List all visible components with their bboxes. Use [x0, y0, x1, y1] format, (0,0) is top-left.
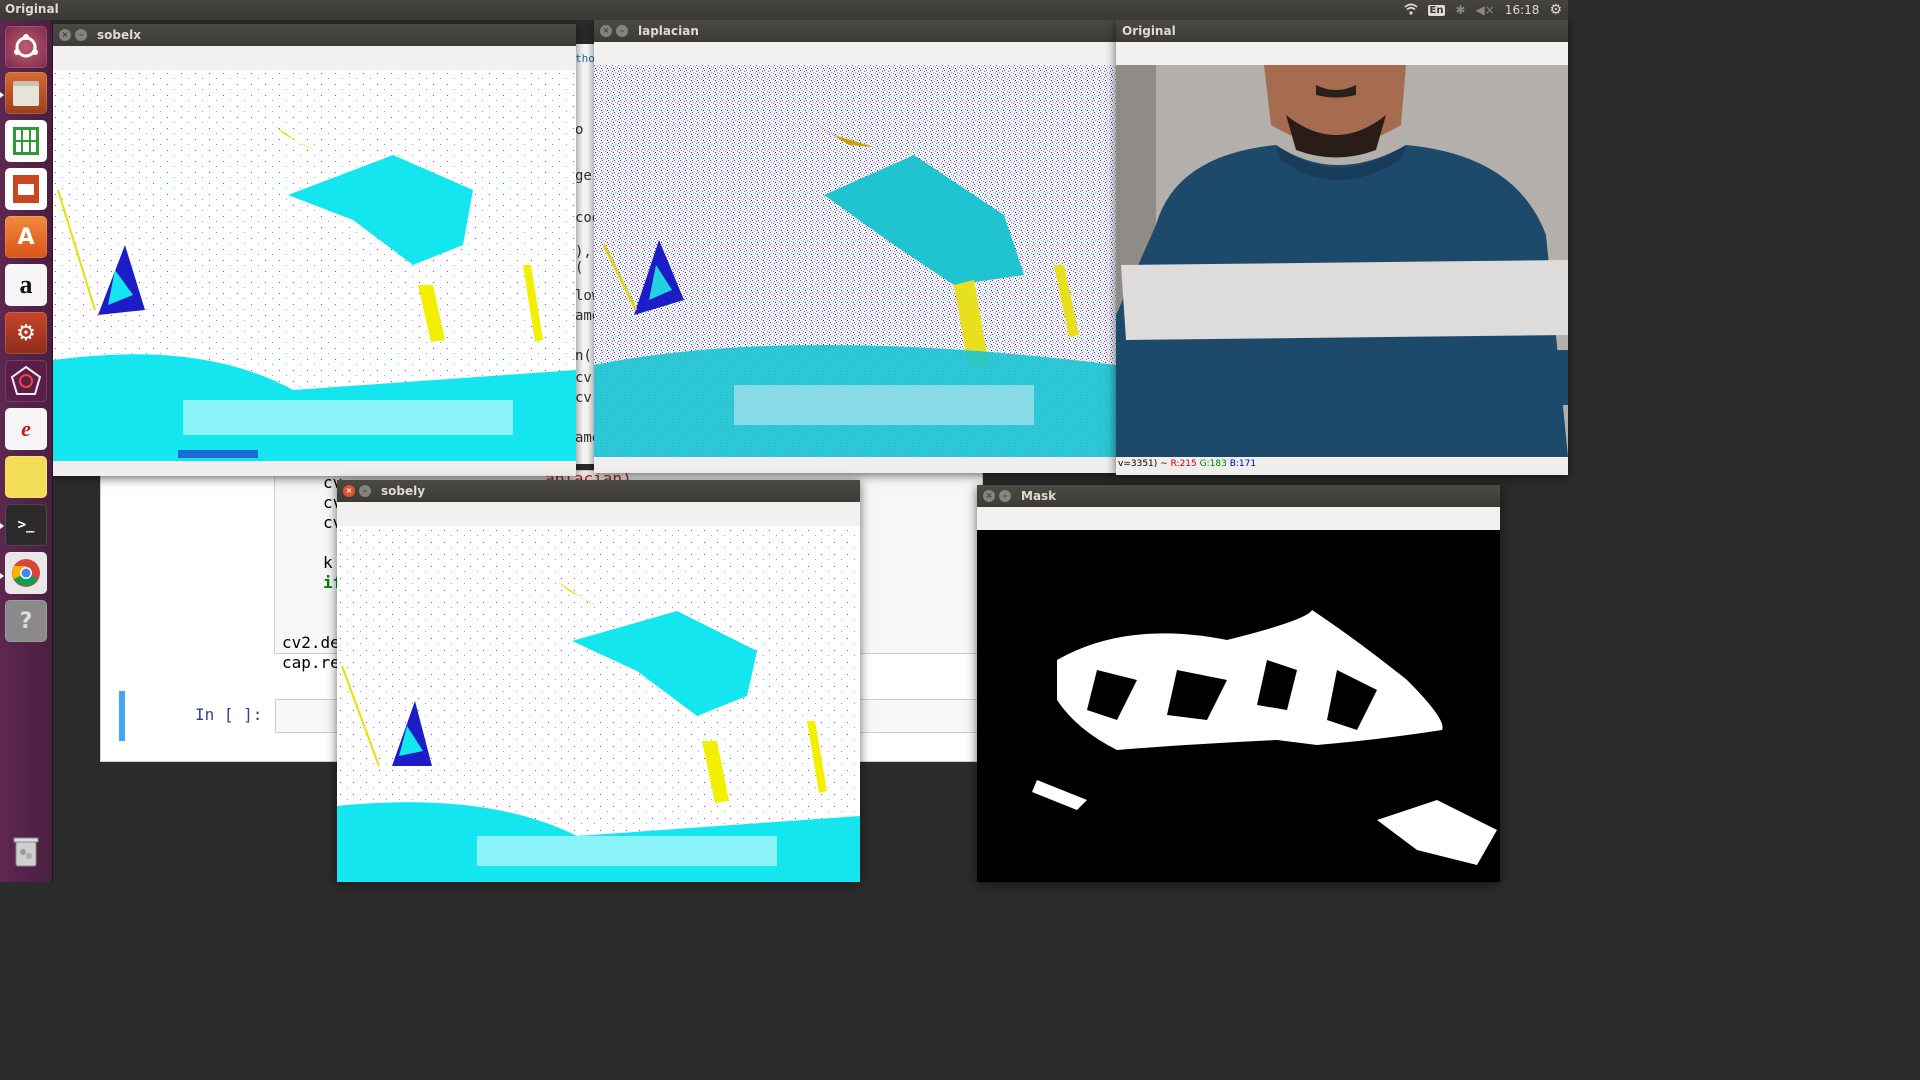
window-toolbar: [53, 46, 576, 71]
minimize-icon[interactable]: –: [616, 25, 628, 37]
settings-icon[interactable]: ⚙: [5, 312, 47, 354]
top-panel: Original En ✱ ◀× 16:18 ⚙: [0, 0, 1568, 20]
window-toolbar: [337, 502, 860, 527]
editor-fragment: tho: [575, 52, 595, 65]
window-title: sobelx: [97, 28, 141, 42]
active-window-title: Original: [5, 2, 59, 16]
editor-fragment: o: [575, 122, 584, 138]
close-icon[interactable]: ×: [600, 25, 612, 37]
minimize-icon[interactable]: –: [999, 490, 1011, 502]
editor-fragment: ge: [575, 168, 592, 184]
network-icon[interactable]: [5, 360, 47, 402]
keyboard-layout-indicator[interactable]: En: [1427, 4, 1446, 16]
close-icon[interactable]: ×: [343, 485, 355, 497]
status-red: R:215: [1170, 459, 1197, 469]
editor-fragment: cv: [575, 390, 592, 406]
laplacian-window[interactable]: × – laplacian: [594, 20, 1116, 473]
software-center-icon[interactable]: A: [5, 216, 47, 258]
window-toolbar: [594, 42, 1116, 67]
window-title: sobely: [381, 484, 426, 498]
mask-titlebar[interactable]: × – Mask: [977, 485, 1500, 507]
document-viewer-icon[interactable]: e: [5, 408, 47, 450]
minimize-icon[interactable]: –: [359, 485, 371, 497]
sobely-window[interactable]: × – sobely: [337, 480, 860, 882]
code-line: cap.re: [282, 653, 340, 672]
clock[interactable]: 16:18: [1505, 3, 1540, 17]
window-title: Mask: [1021, 489, 1057, 503]
window-toolbar: [977, 507, 1500, 532]
terminal-icon[interactable]: >_: [5, 504, 47, 546]
sobely-titlebar[interactable]: × – sobely: [337, 480, 860, 502]
status-blue: B:171: [1229, 459, 1257, 469]
code-line: cv2.de: [282, 633, 340, 652]
close-icon[interactable]: ×: [983, 490, 995, 502]
window-toolbar: [1116, 42, 1568, 67]
editor-fragment: cv: [575, 370, 592, 386]
laplacian-titlebar[interactable]: × – laplacian: [594, 20, 1116, 42]
gear-icon[interactable]: ⚙: [1549, 2, 1562, 18]
original-titlebar[interactable]: Original: [1116, 20, 1568, 42]
bluetooth-icon[interactable]: ✱: [1455, 3, 1465, 17]
status-green: G:183: [1199, 459, 1227, 469]
sobelx-window[interactable]: × – sobelx: [53, 24, 576, 476]
window-title: Original: [1122, 24, 1176, 38]
launcher: A a ⚙ e >_ ?: [0, 20, 53, 882]
dash-icon[interactable]: [5, 26, 47, 68]
close-icon[interactable]: ×: [59, 29, 71, 41]
impress-icon[interactable]: [5, 168, 47, 210]
running-indicator: [0, 573, 4, 579]
sobelx-image: [53, 70, 576, 461]
help-icon[interactable]: ?: [5, 600, 47, 642]
input-prompt: In [ ]:: [195, 705, 263, 724]
system-tray: En ✱ ◀× 16:18 ⚙: [1404, 2, 1562, 18]
original-window[interactable]: Original v=3351) ~ R:215 G:183 B:171: [1116, 20, 1568, 475]
notes-icon[interactable]: [5, 456, 47, 498]
wifi-icon[interactable]: [1404, 3, 1418, 18]
code-line: k: [323, 553, 333, 572]
running-indicator: [0, 92, 4, 98]
status-position: v=3351) ~: [1118, 459, 1168, 469]
webcam-image: [1116, 65, 1568, 457]
trash-icon[interactable]: [5, 830, 47, 872]
mask-image: [977, 530, 1500, 882]
window-title: laplacian: [638, 24, 699, 38]
pixel-status-bar: v=3351) ~ R:215 G:183 B:171: [1116, 459, 1568, 475]
minimize-icon[interactable]: –: [75, 29, 87, 41]
sobelx-titlebar[interactable]: × – sobelx: [53, 24, 576, 46]
volume-icon[interactable]: ◀×: [1476, 3, 1495, 17]
chrome-icon[interactable]: [5, 552, 47, 594]
running-indicator: [0, 523, 4, 529]
files-icon[interactable]: [5, 72, 47, 114]
laplacian-image: [594, 65, 1116, 457]
amazon-icon[interactable]: a: [5, 264, 47, 306]
mask-window[interactable]: × – Mask: [977, 485, 1500, 882]
editor-fragment: n(: [575, 348, 592, 364]
calc-icon[interactable]: [5, 120, 47, 162]
sobely-image: [337, 526, 860, 882]
